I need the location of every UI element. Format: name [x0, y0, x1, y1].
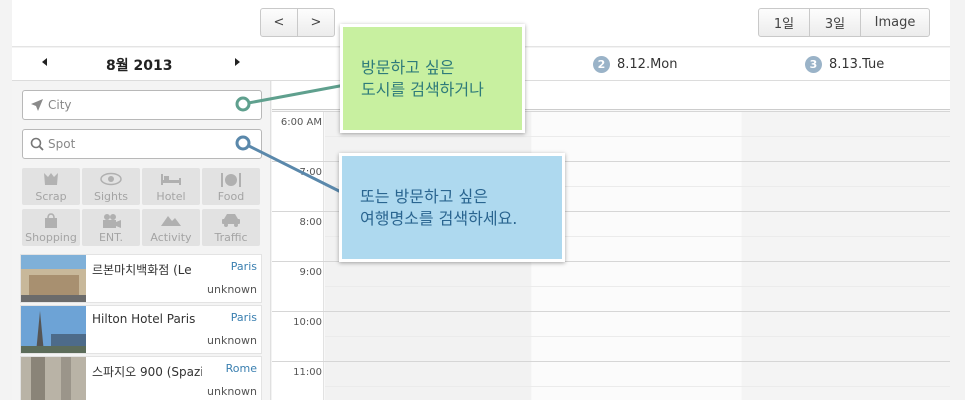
view-image-button[interactable]: Image: [860, 8, 930, 37]
category-shopping-button[interactable]: Shopping: [22, 209, 80, 246]
eye-icon: [100, 172, 122, 186]
callout-text-line: 방문하고 싶은: [361, 57, 455, 77]
half-hour-line: [325, 286, 950, 287]
view-1-day-button[interactable]: 1일: [758, 8, 810, 37]
day-number-badge: 3: [805, 56, 822, 73]
spot-placeholder: Spot: [48, 137, 76, 151]
category-sights-button[interactable]: Sights: [82, 168, 140, 205]
time-label: 11:00: [293, 367, 322, 378]
day-header[interactable]: 2 8.12.Mon: [593, 56, 678, 73]
category-hotel-button[interactable]: Hotel: [142, 168, 200, 205]
time-label: 9:00: [299, 267, 322, 278]
plate-icon: [221, 173, 241, 187]
category-label: Scrap: [35, 190, 67, 203]
month-prev-icon[interactable]: [42, 58, 47, 66]
spot-search-input[interactable]: Spot: [22, 129, 262, 159]
category-label: Hotel: [156, 190, 186, 203]
spot-city-link[interactable]: Rome: [226, 362, 257, 375]
spot-status: unknown: [207, 283, 257, 296]
time-label: 7:00: [299, 167, 322, 178]
category-label: Activity: [150, 231, 192, 244]
city-search-callout: 방문하고 싶은 도시를 검색하거나: [340, 24, 525, 133]
bed-icon: [161, 174, 181, 185]
spot-thumbnail: [21, 255, 86, 302]
scrap-icon: [44, 173, 58, 185]
mountain-icon: [161, 216, 181, 226]
view-3-day-button[interactable]: 3일: [809, 8, 861, 37]
callout-text-line: 도시를 검색하거나: [361, 79, 484, 99]
day-header[interactable]: 3 8.13.Tue: [805, 56, 884, 73]
spot-search-callout: 또는 방문하고 싶은 여행명소를 검색하세요.: [339, 153, 565, 262]
day-label: 8.12.Mon: [617, 57, 678, 72]
category-activity-button[interactable]: Activity: [142, 209, 200, 246]
city-search-input[interactable]: City: [22, 90, 262, 120]
day-label: 8.13.Tue: [829, 57, 885, 72]
half-hour-line: [325, 386, 950, 387]
day-number-badge: 2: [593, 56, 610, 73]
callout-text-line: 또는 방문하고 싶은: [360, 186, 488, 206]
spot-list-item[interactable]: 르본마치백화점 (Le Paris unknown: [20, 254, 262, 303]
hour-line: [272, 361, 950, 362]
bag-icon: [45, 213, 57, 228]
camera-icon: [103, 214, 121, 228]
hour-line: [272, 311, 950, 312]
month-next-icon[interactable]: [235, 58, 240, 66]
spot-status: unknown: [207, 385, 257, 398]
spot-city-link[interactable]: Paris: [231, 311, 257, 324]
spot-name: 르본마치백화점 (Le: [92, 263, 192, 277]
time-column: [272, 111, 324, 400]
time-label: 8:00: [299, 217, 322, 228]
spot-thumbnail: [21, 306, 86, 353]
category-label: Traffic: [214, 231, 248, 244]
category-label: Food: [217, 190, 245, 203]
search-sidebar: City Spot Scrap Sights Hotel Food Shoppi…: [12, 81, 271, 400]
next-button[interactable]: >: [297, 8, 335, 37]
category-traffic-button[interactable]: Traffic: [202, 209, 260, 246]
prev-button[interactable]: <: [260, 8, 298, 37]
spot-list-item[interactable]: 스파지오 900 (Spazio Rome unknown: [20, 356, 262, 400]
car-icon: [222, 214, 240, 227]
search-icon: [30, 137, 44, 151]
time-label: 6:00 AM: [280, 117, 322, 128]
spot-name: Hilton Hotel Paris: [92, 312, 196, 326]
spot-status: unknown: [207, 334, 257, 347]
day-column[interactable]: [742, 111, 950, 400]
month-label: 8월 2013: [106, 58, 173, 74]
category-food-button[interactable]: Food: [202, 168, 260, 205]
city-placeholder: City: [48, 98, 72, 112]
half-hour-line: [325, 336, 950, 337]
category-label: ENT.: [98, 231, 124, 244]
spot-name: 스파지오 900 (Spazio: [92, 365, 202, 379]
half-hour-line: [325, 136, 950, 137]
category-label: Sights: [93, 190, 129, 203]
spot-thumbnail: [21, 357, 86, 400]
time-label: 10:00: [293, 317, 322, 328]
location-arrow-icon: [31, 99, 43, 111]
spot-list-item[interactable]: Hilton Hotel Paris Paris unknown: [20, 305, 262, 354]
spot-city-link[interactable]: Paris: [231, 260, 257, 273]
callout-text-line: 여행명소를 검색하세요.: [360, 208, 518, 228]
category-scrap-button[interactable]: Scrap: [22, 168, 80, 205]
category-ent-button[interactable]: ENT.: [82, 209, 140, 246]
category-label: Shopping: [25, 231, 77, 244]
